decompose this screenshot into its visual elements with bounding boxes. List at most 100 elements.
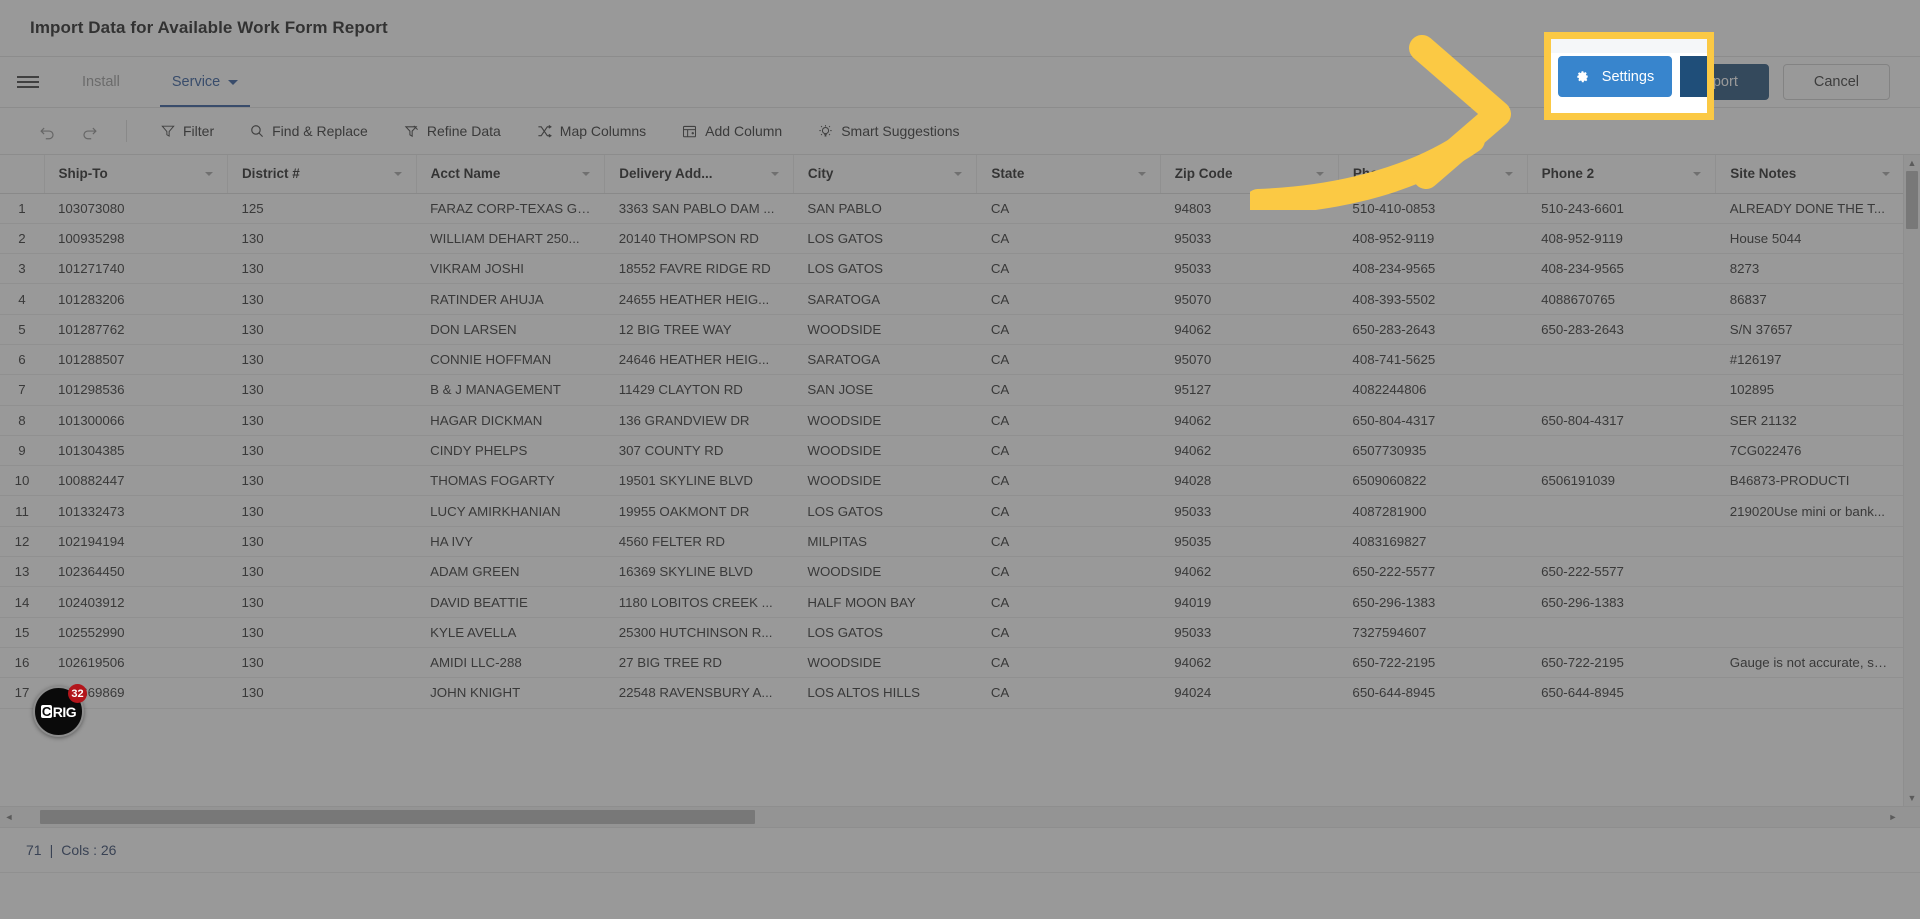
cell-district[interactable]: 130: [227, 677, 417, 709]
cell-phone-2[interactable]: [1527, 526, 1716, 558]
cell-zip-code[interactable]: 95035: [1160, 526, 1339, 558]
cell-state[interactable]: CA: [976, 193, 1161, 224]
table-row[interactable]: 3 101271740 130 VIKRAM JOSHI 18552 FAVRE RID…: [0, 253, 1905, 285]
column-menu-caret-icon[interactable]: [582, 171, 591, 176]
table-row[interactable]: 12 102194194 130 HA IVY 4560 FELTER RD MILPIT…: [0, 526, 1905, 558]
cell-delivery-address[interactable]: 4560 FELTER RD: [604, 526, 794, 558]
add-column-button[interactable]: Add Column: [664, 116, 800, 146]
cell-phone-2[interactable]: 6506191039: [1527, 465, 1716, 497]
cell-state[interactable]: CA: [976, 465, 1161, 497]
cell-delivery-address[interactable]: 307 COUNTY RD: [604, 435, 794, 467]
cell-delivery-address[interactable]: 20140 THOMPSON RD: [604, 223, 794, 255]
cell-ship-to[interactable]: 103073080: [44, 193, 228, 224]
rig-floating-widget[interactable]: C RIG 32: [33, 684, 87, 737]
cancel-button[interactable]: Cancel: [1782, 64, 1890, 100]
cell-site-notes[interactable]: SER 21132: [1715, 405, 1905, 436]
cell-phone-2[interactable]: 650-283-2643: [1527, 314, 1716, 345]
cell-acct-name[interactable]: RATINDER AHUJA: [416, 283, 605, 315]
cell-ship-to[interactable]: 101304385: [44, 435, 228, 467]
cell-district[interactable]: 130: [227, 344, 417, 376]
cell-acct-name[interactable]: CINDY PHELPS: [416, 435, 605, 467]
cell-delivery-address[interactable]: 25300 HUTCHINSON R...: [604, 617, 794, 648]
cell-phone-2[interactable]: 650-722-2195: [1527, 647, 1716, 679]
cell-district[interactable]: 125: [227, 193, 417, 224]
cell-acct-name[interactable]: B & J MANAGEMENT: [416, 374, 605, 406]
table-row[interactable]: 5 101287762 130 DON LARSEN 12 BIG TREE WAY WO…: [0, 314, 1905, 345]
cell-site-notes[interactable]: B46873-PRODUCTI: [1715, 465, 1905, 497]
cell-phone-2[interactable]: [1527, 435, 1716, 467]
cell-site-notes[interactable]: House 5044: [1715, 223, 1905, 255]
tab-service[interactable]: Service: [146, 57, 264, 107]
table-row[interactable]: 15 102552990 130 KYLE AVELLA 25300 HUTCHINSO…: [0, 617, 1905, 648]
cell-ship-to[interactable]: 101288507: [44, 344, 228, 376]
cell-ship-to[interactable]: 101332473: [44, 495, 228, 527]
cell-acct-name[interactable]: HAGAR DICKMAN: [416, 405, 605, 436]
scroll-down-icon[interactable]: ▼: [1904, 790, 1920, 806]
cell-site-notes[interactable]: [1715, 677, 1905, 709]
cell-zip-code[interactable]: 95033: [1160, 253, 1339, 285]
cell-district[interactable]: 130: [227, 374, 417, 406]
cell-ship-to[interactable]: 102194194: [44, 526, 228, 558]
cell-state[interactable]: CA: [976, 374, 1161, 406]
cell-state[interactable]: CA: [976, 495, 1161, 527]
cell-city[interactable]: WOODSIDE: [793, 465, 977, 497]
column-header-delivery-address[interactable]: Delivery Add...: [604, 155, 794, 194]
cell-city[interactable]: LOS GATOS: [793, 617, 977, 648]
table-row[interactable]: 2 100935298 130 WILLIAM DEHART 250... 20140 …: [0, 223, 1905, 255]
cell-site-notes[interactable]: S/N 37657: [1715, 314, 1905, 345]
cell-site-notes[interactable]: [1715, 617, 1905, 648]
cell-zip-code[interactable]: 95033: [1160, 223, 1339, 255]
cell-state[interactable]: CA: [976, 405, 1161, 436]
cell-acct-name[interactable]: AMIDI LLC-288: [416, 647, 605, 679]
vertical-scrollbar[interactable]: ▲ ▼: [1903, 155, 1920, 806]
cell-delivery-address[interactable]: 136 GRANDVIEW DR: [604, 405, 794, 436]
cell-city[interactable]: LOS GATOS: [793, 223, 977, 255]
cell-phone-1[interactable]: 6509060822: [1338, 465, 1528, 497]
tab-install[interactable]: Install: [56, 57, 146, 107]
cell-state[interactable]: CA: [976, 223, 1161, 255]
cell-phone-2[interactable]: 650-222-5577: [1527, 556, 1716, 588]
column-menu-caret-icon[interactable]: [393, 171, 402, 176]
cell-district[interactable]: 130: [227, 586, 417, 618]
table-row[interactable]: 16 102619506 130 AMIDI LLC-288 27 BIG TREE R…: [0, 647, 1905, 679]
find-replace-button[interactable]: Find & Replace: [232, 116, 386, 146]
cell-state[interactable]: CA: [976, 556, 1161, 588]
column-header-ship-to[interactable]: Ship-To: [44, 155, 228, 194]
table-row[interactable]: 14 102403912 130 DAVID BEATTIE 1180 LOBITOS …: [0, 586, 1905, 618]
horizontal-scroll-thumb[interactable]: [40, 810, 755, 824]
cell-city[interactable]: WOODSIDE: [793, 647, 977, 679]
map-columns-button[interactable]: Map Columns: [519, 116, 664, 146]
cell-phone-2[interactable]: 650-296-1383: [1527, 586, 1716, 618]
cell-acct-name[interactable]: HA IVY: [416, 526, 605, 558]
cell-acct-name[interactable]: CONNIE HOFFMAN: [416, 344, 605, 376]
cell-district[interactable]: 130: [227, 556, 417, 588]
cell-delivery-address[interactable]: 19501 SKYLINE BLVD: [604, 465, 794, 497]
cell-delivery-address[interactable]: 24655 HEATHER HEIG...: [604, 283, 794, 315]
column-header-district[interactable]: District #: [227, 155, 417, 194]
cell-phone-1[interactable]: 408-393-5502: [1338, 283, 1528, 315]
cell-site-notes[interactable]: Gauge is not accurate, sp...: [1715, 647, 1905, 679]
cell-phone-1[interactable]: 650-722-2195: [1338, 647, 1528, 679]
column-menu-caret-icon[interactable]: [204, 171, 213, 176]
cell-city[interactable]: LOS GATOS: [793, 253, 977, 285]
cell-phone-1[interactable]: 510-410-0853: [1338, 193, 1528, 224]
cell-city[interactable]: SARATOGA: [793, 344, 977, 376]
cell-phone-1[interactable]: 650-222-5577: [1338, 556, 1528, 588]
cell-zip-code[interactable]: 95070: [1160, 344, 1339, 376]
cell-delivery-address[interactable]: 18552 FAVRE RIDGE RD: [604, 253, 794, 285]
cell-district[interactable]: 130: [227, 495, 417, 527]
column-header-zip-code[interactable]: Zip Code: [1160, 155, 1339, 194]
cell-phone-1[interactable]: 408-952-9119: [1338, 223, 1528, 255]
settings-button-highlighted[interactable]: Settings: [1558, 56, 1672, 97]
cell-ship-to[interactable]: 102619506: [44, 647, 228, 679]
column-header-phone-1[interactable]: Phone 1: [1338, 155, 1528, 194]
cell-city[interactable]: SAN JOSE: [793, 374, 977, 406]
smart-suggestions-button[interactable]: Smart Suggestions: [800, 116, 977, 146]
cell-ship-to[interactable]: 102552990: [44, 617, 228, 648]
cell-zip-code[interactable]: 94062: [1160, 405, 1339, 436]
cell-phone-2[interactable]: 510-243-6601: [1527, 193, 1716, 224]
cell-delivery-address[interactable]: 22548 RAVENSBURY A...: [604, 677, 794, 709]
cell-district[interactable]: 130: [227, 465, 417, 497]
cell-site-notes[interactable]: 7CG022476: [1715, 435, 1905, 467]
cell-zip-code[interactable]: 95033: [1160, 495, 1339, 527]
